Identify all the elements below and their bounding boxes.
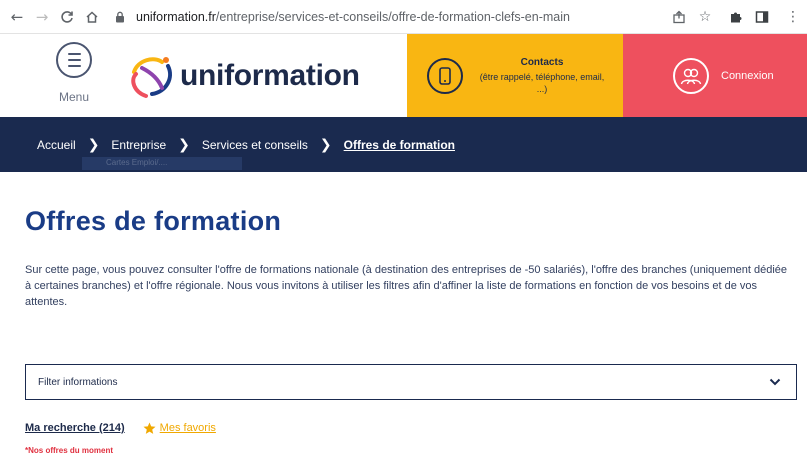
chevron-down-icon[interactable] xyxy=(768,375,782,389)
url-path: /entreprise/services-et-conseils/offre-d… xyxy=(215,10,570,24)
share-icon[interactable] xyxy=(670,7,688,27)
star-icon[interactable] xyxy=(143,422,156,435)
breadcrumb-accueil[interactable]: Accueil xyxy=(37,138,76,152)
extensions-puzzle-icon[interactable] xyxy=(727,7,745,27)
contacts-button[interactable]: Contacts (être rappelé, téléphone, email… xyxy=(407,34,623,117)
ma-recherche-link[interactable]: Ma recherche (214) xyxy=(25,422,125,434)
forward-arrow-icon[interactable]: → xyxy=(33,8,51,26)
side-panel-icon[interactable] xyxy=(753,7,771,27)
page-title: Offres de formation xyxy=(25,206,282,236)
bookmark-star-icon[interactable]: ☆ xyxy=(696,7,714,27)
users-icon xyxy=(673,57,709,94)
hamburger-icon xyxy=(56,42,92,78)
home-icon[interactable] xyxy=(83,8,101,26)
chevron-right-icon: ❯ xyxy=(178,136,190,153)
breadcrumb-offres-de-formation[interactable]: Offres de formation xyxy=(344,138,455,152)
more-kebab-icon[interactable]: ⋮ xyxy=(786,7,800,27)
breadcrumb-entreprise[interactable]: Entreprise xyxy=(111,138,166,152)
search-row: Ma recherche (214) Mes favoris xyxy=(25,420,216,436)
browser-toolbar: ← → uniformation.fr/entreprise/services-… xyxy=(0,0,807,34)
logo-text: uniformation xyxy=(180,59,360,92)
back-arrow-icon[interactable]: ← xyxy=(8,8,26,26)
offres-du-moment-label: *Nos offres du moment xyxy=(25,446,114,455)
intro-paragraph: Sur cette page, vous pouvez consulter l'… xyxy=(25,264,788,308)
breadcrumb-dropdown-hint[interactable]: Cartes Emploi/.... xyxy=(82,157,242,170)
dropdown-hint-text: Cartes Emploi/.... xyxy=(106,158,168,167)
contacts-text: Contacts (être rappelé, téléphone, email… xyxy=(477,57,607,95)
connexion-button[interactable]: Connexion xyxy=(623,34,807,117)
uniformation-logo[interactable]: uniformation xyxy=(128,52,360,100)
breadcrumb-services-et-conseils[interactable]: Services et conseils xyxy=(202,138,308,152)
connexion-label: Connexion xyxy=(721,69,774,82)
logo-mark-icon xyxy=(131,57,172,98)
url-host: uniformation.fr xyxy=(136,10,216,24)
contacts-title: Contacts xyxy=(520,56,564,68)
url-text[interactable]: uniformation.fr/entreprise/services-et-c… xyxy=(136,10,570,24)
phone-icon xyxy=(427,57,463,94)
lock-icon[interactable] xyxy=(112,9,128,25)
reload-icon[interactable] xyxy=(58,8,76,26)
menu-button[interactable]: Menu xyxy=(44,42,104,104)
chevron-right-icon: ❯ xyxy=(87,136,100,153)
filter-informations-toggle[interactable]: Filter informations xyxy=(25,364,797,400)
site-header: Menu uniformation Contacts (être rappelé… xyxy=(0,34,807,117)
mes-favoris-link[interactable]: Mes favoris xyxy=(160,422,216,434)
filter-label: Filter informations xyxy=(38,376,118,388)
address-bar[interactable]: uniformation.fr/entreprise/services-et-c… xyxy=(112,5,652,29)
chevron-right-icon: ❯ xyxy=(319,136,332,153)
menu-label: Menu xyxy=(58,90,90,104)
contacts-subtitle: (être rappelé, téléphone, email, ...) xyxy=(479,71,605,94)
